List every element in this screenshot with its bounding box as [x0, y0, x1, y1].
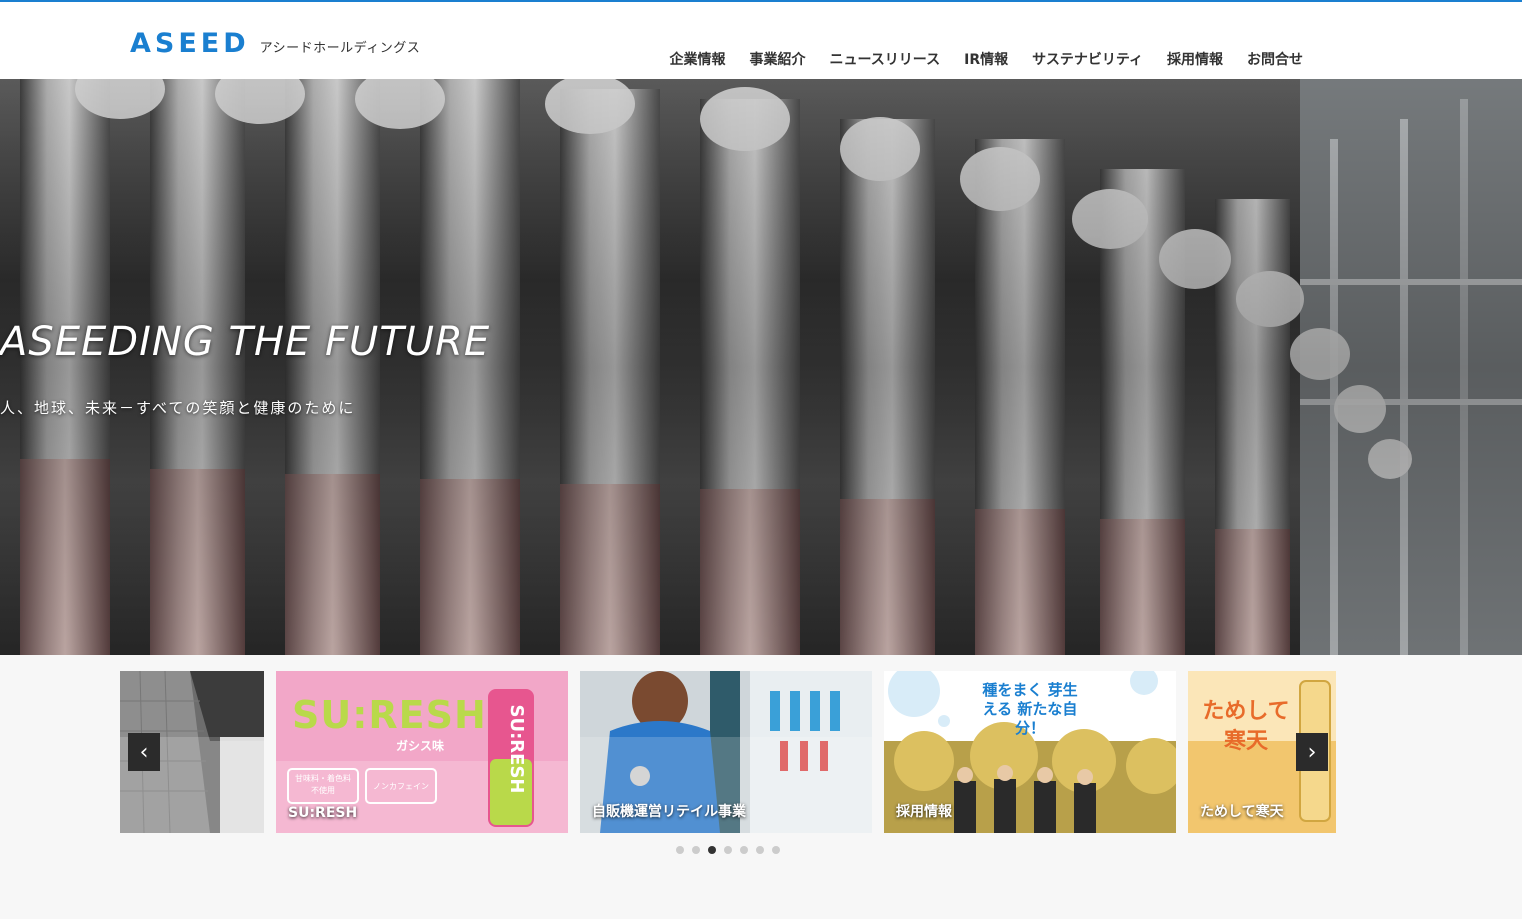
carousel-card-recruit[interactable]: 種をまく 芽生える 新たな自分！ 採用情報	[884, 671, 1176, 833]
feature-carousel: SU:RESH SU:RESH ガシス味 甘味料・着色料 不使用 ノンカフェイン…	[120, 671, 1336, 833]
carousel-card-suresh[interactable]: SU:RESH SU:RESH ガシス味 甘味料・着色料 不使用 ノンカフェイン…	[276, 671, 568, 833]
carousel-dot-active[interactable]	[708, 846, 716, 854]
nav-recruit[interactable]: 採用情報	[1155, 51, 1235, 69]
suresh-badge-non-caffeine: ノンカフェイン	[373, 782, 429, 791]
suresh-badge-no-additives: 甘味料・着色料 不使用	[295, 774, 351, 795]
carousel-card-vending[interactable]: 自販機運営リテイル事業	[580, 671, 872, 833]
svg-text:SU:RESH: SU:RESH	[506, 705, 527, 794]
carousel-dot[interactable]	[692, 846, 700, 854]
hero-factory-image	[0, 79, 1522, 655]
card-caption: SU:RESH	[288, 805, 358, 821]
kanten-headline: ためして 寒天	[1202, 699, 1290, 754]
nav-business[interactable]: 事業紹介	[738, 51, 818, 69]
suresh-logo: SU:RESH	[292, 693, 487, 737]
carousel-next-button[interactable]: ›	[1296, 733, 1328, 771]
card-caption: ためして寒天	[1200, 804, 1284, 820]
site-header: ASEED アシードホールディングス 企業情報 事業紹介 ニュースリリース IR…	[0, 2, 1522, 79]
carousel-prev-button[interactable]: ‹	[128, 733, 160, 771]
nav-news-release[interactable]: ニュースリリース	[818, 51, 953, 69]
suresh-flavor: ガシス味	[396, 739, 445, 753]
carousel-pagination	[676, 846, 780, 854]
nav-ir[interactable]: IR情報	[952, 51, 1020, 69]
nav-contact[interactable]: お問合せ	[1235, 51, 1315, 69]
carousel-dot[interactable]	[772, 846, 780, 854]
logo-mark: ASEED	[130, 28, 250, 59]
logo-company-name: アシードホールディングス	[259, 41, 421, 56]
card-caption: 採用情報	[896, 804, 952, 820]
card-caption: 自販機運営リテイル事業	[592, 804, 746, 820]
global-nav: 企業情報 事業紹介 ニュースリリース IR情報 サステナビリティ 採用情報 お問…	[658, 51, 1316, 69]
nav-sustainability[interactable]: サステナビリティ	[1020, 51, 1155, 69]
nav-company-info[interactable]: 企業情報	[658, 51, 738, 69]
site-logo[interactable]: ASEED アシードホールディングス	[130, 30, 420, 57]
recruit-headline: 種をまく 芽生える 新たな自分！	[982, 681, 1078, 737]
carousel-dot[interactable]	[756, 846, 764, 854]
hero-title: ASEEDING THE FUTURE	[0, 319, 491, 365]
hero-visual: ASEEDING THE FUTURE 人、地球、未来－すべての笑顔と健康のため…	[0, 79, 1522, 655]
carousel-dot[interactable]	[676, 846, 684, 854]
carousel-dot[interactable]	[724, 846, 732, 854]
hero-subtitle: 人、地球、未来－すべての笑顔と健康のために	[0, 399, 356, 417]
carousel-dot[interactable]	[740, 846, 748, 854]
